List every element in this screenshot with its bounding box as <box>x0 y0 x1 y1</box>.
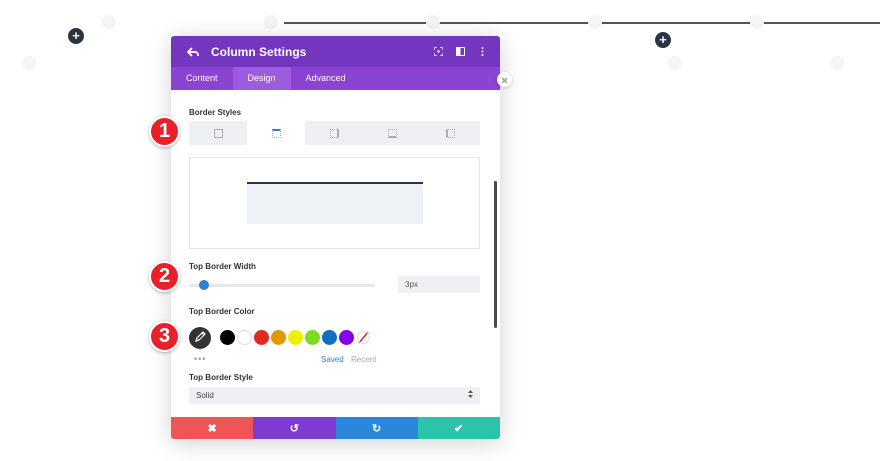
bg-placeholder-dot <box>102 15 116 29</box>
color-swatch[interactable] <box>339 330 354 345</box>
bg-placeholder-dot <box>264 15 278 29</box>
scrollbar[interactable] <box>494 181 497 328</box>
modal-title: Column Settings <box>211 44 307 59</box>
bg-placeholder-dot <box>588 15 602 29</box>
save-button[interactable]: ✔ <box>417 417 500 439</box>
back-arrow-icon[interactable] <box>187 45 201 59</box>
border-right-icon <box>330 128 339 138</box>
close-icon <box>501 71 508 89</box>
close-icon: ✖ <box>207 422 217 435</box>
top-border-color-label: Top Border Color <box>189 307 255 316</box>
select-value: Solid <box>196 391 214 400</box>
modal-header: Column Settings <box>171 36 500 67</box>
add-module-button[interactable]: + <box>655 32 671 48</box>
top-border-width-slider[interactable] <box>189 284 375 287</box>
border-side-selector <box>189 121 480 145</box>
step-marker-3: 3 <box>149 321 180 352</box>
settings-content: Border Styles Top Border Width 3px Top B… <box>171 90 500 417</box>
tab-content[interactable]: Content <box>171 67 233 90</box>
slider-handle[interactable] <box>199 280 209 290</box>
top-border-width-input[interactable]: 3px <box>398 276 480 293</box>
select-arrows-icon <box>468 387 473 404</box>
color-swatch[interactable] <box>237 330 252 345</box>
border-all-sides-option[interactable] <box>189 121 247 145</box>
redo-button[interactable]: ↻ <box>335 417 418 439</box>
step-marker-2: 2 <box>149 261 180 292</box>
bg-placeholder-dot <box>668 56 682 70</box>
builder-canvas: + + Column Settings Content Design Advan… <box>0 0 880 461</box>
top-border-style-label: Top Border Style <box>189 373 253 382</box>
border-left-option[interactable] <box>422 121 480 145</box>
eyedropper-icon <box>194 329 206 347</box>
color-swatch[interactable] <box>220 330 235 345</box>
bg-placeholder-dot <box>750 15 764 29</box>
color-swatch[interactable] <box>305 330 320 345</box>
step-marker-1: 1 <box>149 116 180 147</box>
top-border-style-select[interactable]: Solid <box>189 387 480 404</box>
color-picker-button[interactable] <box>189 327 211 349</box>
border-top-icon <box>271 128 281 138</box>
border-all-icon <box>213 128 223 138</box>
bg-placeholder-dot <box>22 56 36 70</box>
redo-icon: ↻ <box>372 422 382 435</box>
border-right-option[interactable] <box>305 121 363 145</box>
tab-advanced[interactable]: Advanced <box>291 67 361 90</box>
bg-placeholder-dot <box>426 15 440 29</box>
recent-colors-tab[interactable]: Recent <box>351 355 376 364</box>
color-swatch[interactable] <box>288 330 303 345</box>
more-options-icon[interactable] <box>476 46 488 58</box>
column-settings-modal: Column Settings Content Design Advanced … <box>171 36 500 439</box>
no-color-swatch[interactable] <box>356 330 371 345</box>
color-swatch[interactable] <box>271 330 286 345</box>
border-preview-box <box>247 182 423 224</box>
color-swatch[interactable] <box>322 330 337 345</box>
bg-placeholder-dot <box>830 56 844 70</box>
undo-icon: ↺ <box>289 422 299 435</box>
fullscreen-icon[interactable] <box>432 46 444 58</box>
border-left-icon <box>446 128 456 138</box>
border-bottom-icon <box>388 128 398 138</box>
border-bottom-option[interactable] <box>364 121 422 145</box>
more-colors-dots[interactable]: ••• <box>194 354 206 364</box>
undo-button[interactable]: ↺ <box>253 417 336 439</box>
color-swatch[interactable] <box>254 330 269 345</box>
saved-colors-tab[interactable]: Saved <box>321 355 344 364</box>
border-styles-label: Border Styles <box>189 108 242 117</box>
split-view-icon[interactable] <box>454 46 466 58</box>
add-row-button[interactable]: + <box>68 28 84 44</box>
section-divider-line <box>284 22 880 24</box>
border-top-option[interactable] <box>247 121 306 145</box>
settings-tabs: Content Design Advanced <box>171 67 500 90</box>
border-preview <box>189 157 480 249</box>
close-modal-button[interactable] <box>497 72 512 87</box>
cancel-button[interactable]: ✖ <box>171 417 254 439</box>
tab-design[interactable]: Design <box>232 67 291 90</box>
top-border-width-label: Top Border Width <box>189 262 256 271</box>
modal-footer: ✖ ↺ ↻ ✔ <box>171 417 500 439</box>
color-swatches <box>220 330 371 345</box>
check-icon: ✔ <box>454 422 464 435</box>
